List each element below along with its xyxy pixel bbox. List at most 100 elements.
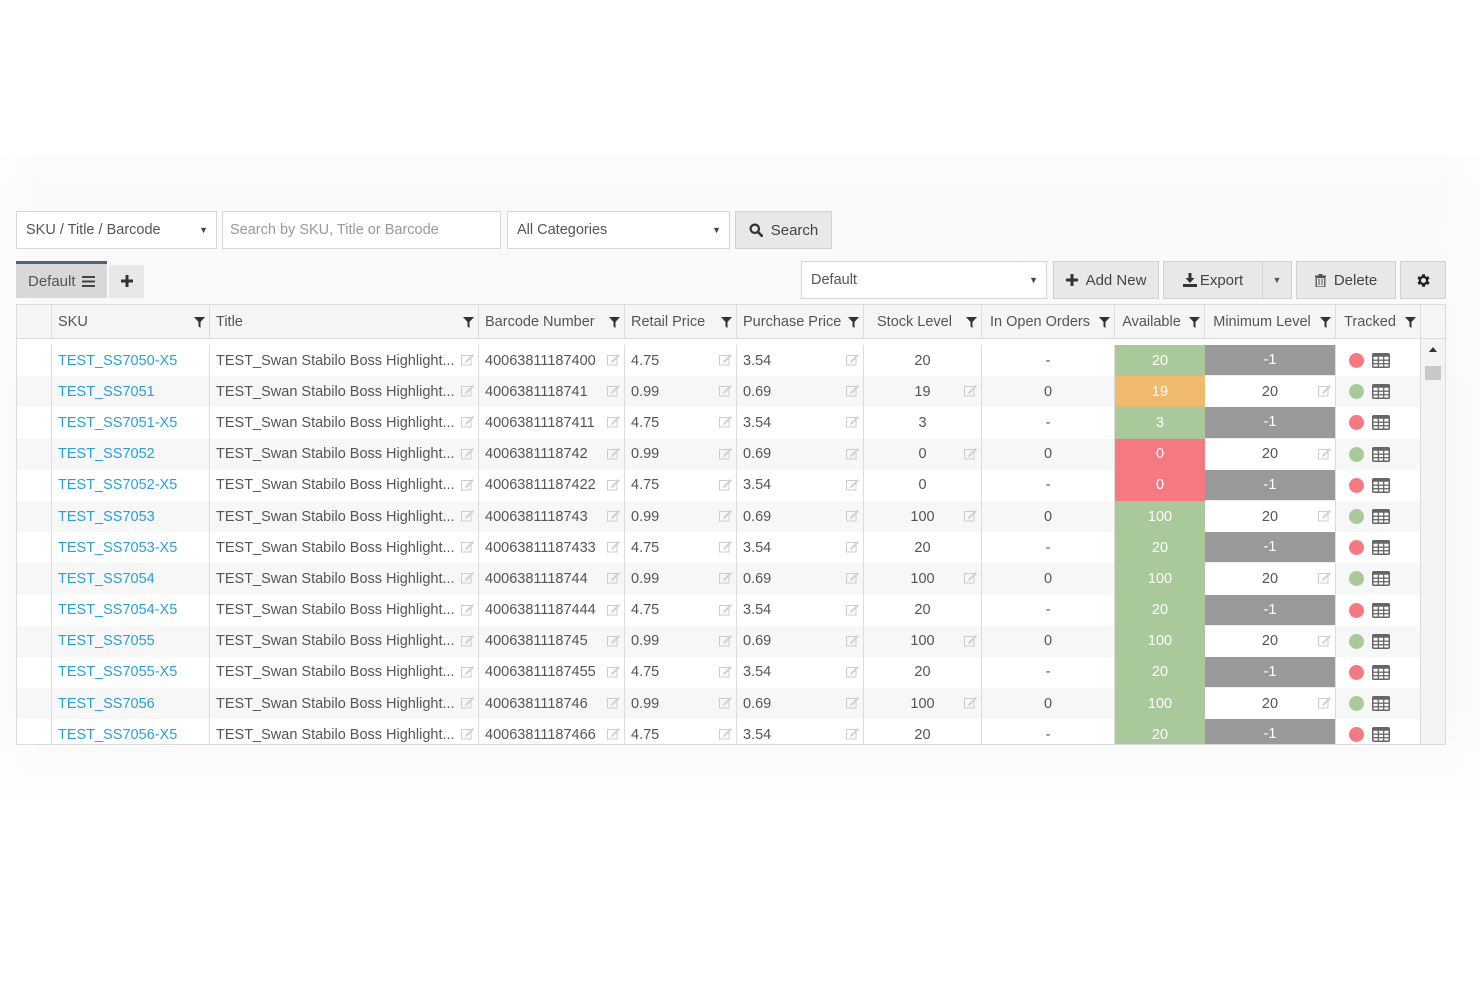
edit-icon[interactable] [607,415,620,432]
cell-title[interactable]: TEST_Swan Stabilo Boss Highlight... [210,345,479,377]
sku-link[interactable]: TEST_SS7055 [58,633,155,649]
tracked-on-indicator[interactable] [1348,571,1364,587]
edit-icon[interactable] [719,571,732,588]
column-header-retail[interactable]: Retail Price [625,305,737,339]
cell-purchase[interactable]: 0.69 [737,563,864,595]
edit-icon[interactable] [461,603,474,620]
tracked-off-indicator[interactable] [1348,727,1364,743]
row-select-cell[interactable] [17,407,52,439]
cell-barcode[interactable]: 40063811187466 [479,719,625,744]
table-grid-icon[interactable] [1371,602,1390,618]
cell-retail[interactable]: 4.75 [625,532,737,564]
cell-purchase[interactable]: 0.69 [737,500,864,533]
row-select-cell[interactable] [17,532,52,564]
search-field-select[interactable]: SKU / Title / Barcode ▼ [16,211,217,249]
table-grid-icon[interactable] [1371,353,1390,369]
edit-icon[interactable] [719,384,732,401]
cell-purchase[interactable]: 3.54 [737,656,864,689]
cell-stock[interactable]: 19 [864,376,982,408]
sku-link[interactable]: TEST_SS7056 [58,696,155,712]
cell-title[interactable]: TEST_Swan Stabilo Boss Highlight... [210,407,479,439]
edit-icon[interactable] [461,634,474,651]
cell-barcode[interactable]: 4006381118744 [479,563,625,595]
cell-barcode[interactable]: 40063811187411 [479,407,625,439]
search-button[interactable]: Search [735,211,832,249]
add-new-button[interactable]: Add New [1053,261,1159,299]
cell-purchase[interactable]: 0.69 [737,376,864,408]
table-grid-icon[interactable] [1371,415,1390,431]
column-header-tracked[interactable]: Tracked [1336,305,1421,339]
tracked-off-indicator[interactable] [1348,602,1364,618]
edit-icon[interactable] [964,509,977,526]
sku-link[interactable]: TEST_SS7056-X5 [58,727,177,743]
cell-retail[interactable]: 0.99 [625,625,737,657]
cell-title[interactable]: TEST_Swan Stabilo Boss Highlight... [210,563,479,595]
edit-icon[interactable] [964,696,977,713]
cell-retail[interactable]: 4.75 [625,656,737,689]
edit-icon[interactable] [1318,509,1331,526]
cell-minimum[interactable]: 20 [1205,625,1336,657]
cell-retail[interactable]: 4.75 [625,469,737,501]
tracked-on-indicator[interactable] [1348,384,1364,400]
edit-icon[interactable] [719,727,732,744]
cell-purchase[interactable]: 3.54 [737,532,864,564]
export-dropdown-toggle[interactable]: ▼ [1262,261,1292,299]
edit-icon[interactable] [846,540,859,557]
cell-purchase[interactable]: 0.69 [737,625,864,657]
edit-icon[interactable] [846,415,859,432]
cell-barcode[interactable]: 4006381118743 [479,500,625,533]
edit-icon[interactable] [607,571,620,588]
cell-purchase[interactable]: 3.54 [737,719,864,744]
edit-icon[interactable] [607,540,620,557]
cell-minimum[interactable]: 20 [1205,500,1336,533]
row-select-cell[interactable] [17,469,52,501]
row-select-cell[interactable] [17,625,52,657]
row-select-header[interactable] [17,305,52,339]
edit-icon[interactable] [846,384,859,401]
edit-icon[interactable] [607,478,620,495]
edit-icon[interactable] [607,447,620,464]
cell-retail[interactable]: 4.75 [625,719,737,744]
filter-icon[interactable] [1320,316,1331,332]
cell-retail[interactable]: 4.75 [625,345,737,377]
cell-barcode[interactable]: 4006381118742 [479,438,625,470]
sku-link[interactable]: TEST_SS7055-X5 [58,664,177,680]
cell-stock[interactable]: 100 [864,688,982,720]
sku-link[interactable]: TEST_SS7053 [58,509,155,525]
tracked-on-indicator[interactable] [1348,696,1364,712]
table-grid-icon[interactable] [1371,477,1390,493]
row-select-cell[interactable] [17,719,52,744]
cell-minimum[interactable]: 20 [1205,438,1336,470]
cell-barcode[interactable]: 4006381118746 [479,688,625,720]
scroll-thumb[interactable] [1425,366,1441,380]
cell-title[interactable]: TEST_Swan Stabilo Boss Highlight... [210,625,479,657]
filter-icon[interactable] [463,316,474,332]
table-grid-icon[interactable] [1371,540,1390,556]
edit-icon[interactable] [719,447,732,464]
settings-button[interactable] [1400,261,1446,299]
cell-barcode[interactable]: 40063811187444 [479,594,625,626]
sku-link[interactable]: TEST_SS7052-X5 [58,477,177,493]
view-select[interactable]: Default ▼ [801,261,1047,299]
column-header-open[interactable]: In Open Orders [982,305,1115,339]
edit-icon[interactable] [461,415,474,432]
edit-icon[interactable] [846,571,859,588]
edit-icon[interactable] [719,634,732,651]
edit-icon[interactable] [607,665,620,682]
sku-link[interactable]: TEST_SS7051 [58,384,155,400]
filter-icon[interactable] [1099,316,1110,332]
table-grid-icon[interactable] [1371,509,1390,525]
edit-icon[interactable] [846,727,859,744]
edit-icon[interactable] [846,634,859,651]
edit-icon[interactable] [607,696,620,713]
tracked-on-indicator[interactable] [1348,446,1364,462]
filter-icon[interactable] [1405,316,1416,332]
row-select-cell[interactable] [17,594,52,626]
cell-title[interactable]: TEST_Swan Stabilo Boss Highlight... [210,532,479,564]
cell-retail[interactable]: 0.99 [625,563,737,595]
cell-retail[interactable]: 0.99 [625,688,737,720]
edit-icon[interactable] [607,634,620,651]
cell-title[interactable]: TEST_Swan Stabilo Boss Highlight... [210,376,479,408]
scroll-up-arrow-icon[interactable] [1429,347,1437,352]
column-header-purchase[interactable]: Purchase Price [737,305,864,339]
